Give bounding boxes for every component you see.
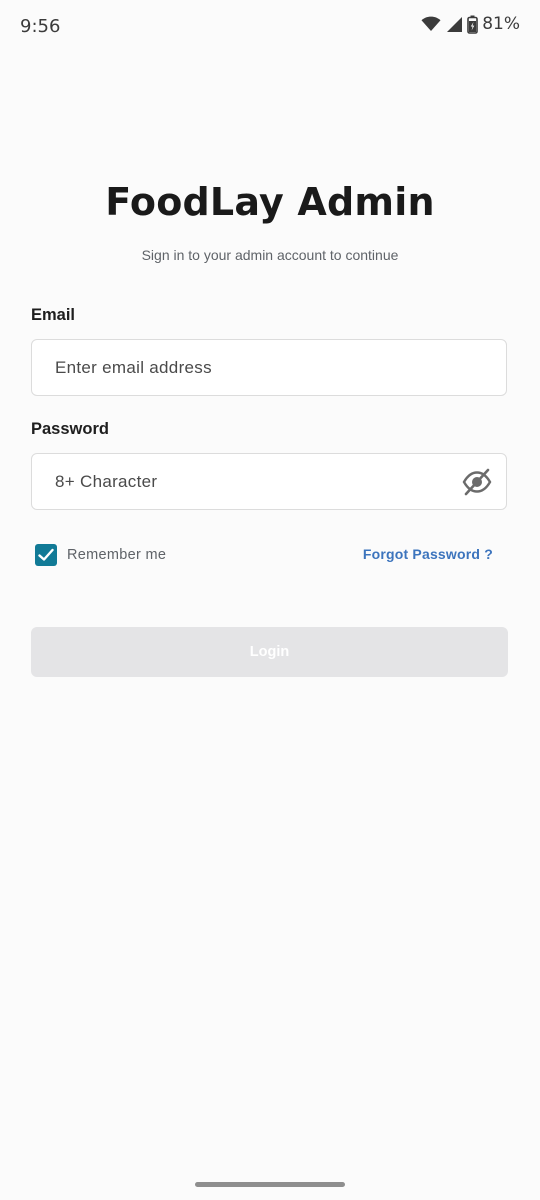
eye-off-icon[interactable] — [462, 468, 492, 496]
wifi-icon — [421, 16, 441, 31]
battery-icon — [467, 15, 479, 34]
battery-percentage: 81% — [482, 14, 520, 34]
remember-me-row[interactable]: Remember me — [35, 544, 166, 566]
remember-me-checkbox[interactable] — [35, 544, 57, 566]
email-label: Email — [31, 306, 76, 324]
page-title: FoodLay Admin — [105, 180, 435, 224]
password-label: Password — [31, 420, 109, 438]
signal-icon — [447, 16, 463, 32]
status-icons: 81% — [421, 14, 520, 34]
forgot-password-link[interactable]: Forgot Password ? — [363, 546, 493, 562]
email-input[interactable] — [55, 340, 455, 395]
page-subtitle: Sign in to your admin account to continu… — [141, 247, 399, 263]
checkmark-icon — [38, 548, 54, 561]
home-indicator[interactable] — [195, 1182, 345, 1187]
status-bar: 9:56 81% — [0, 0, 540, 54]
password-input[interactable] — [55, 454, 455, 509]
status-time: 9:56 — [20, 16, 61, 37]
email-field-container[interactable] — [31, 339, 507, 396]
remember-me-label: Remember me — [67, 547, 167, 563]
login-button[interactable]: Login — [31, 627, 508, 677]
password-field-container[interactable] — [31, 453, 507, 510]
